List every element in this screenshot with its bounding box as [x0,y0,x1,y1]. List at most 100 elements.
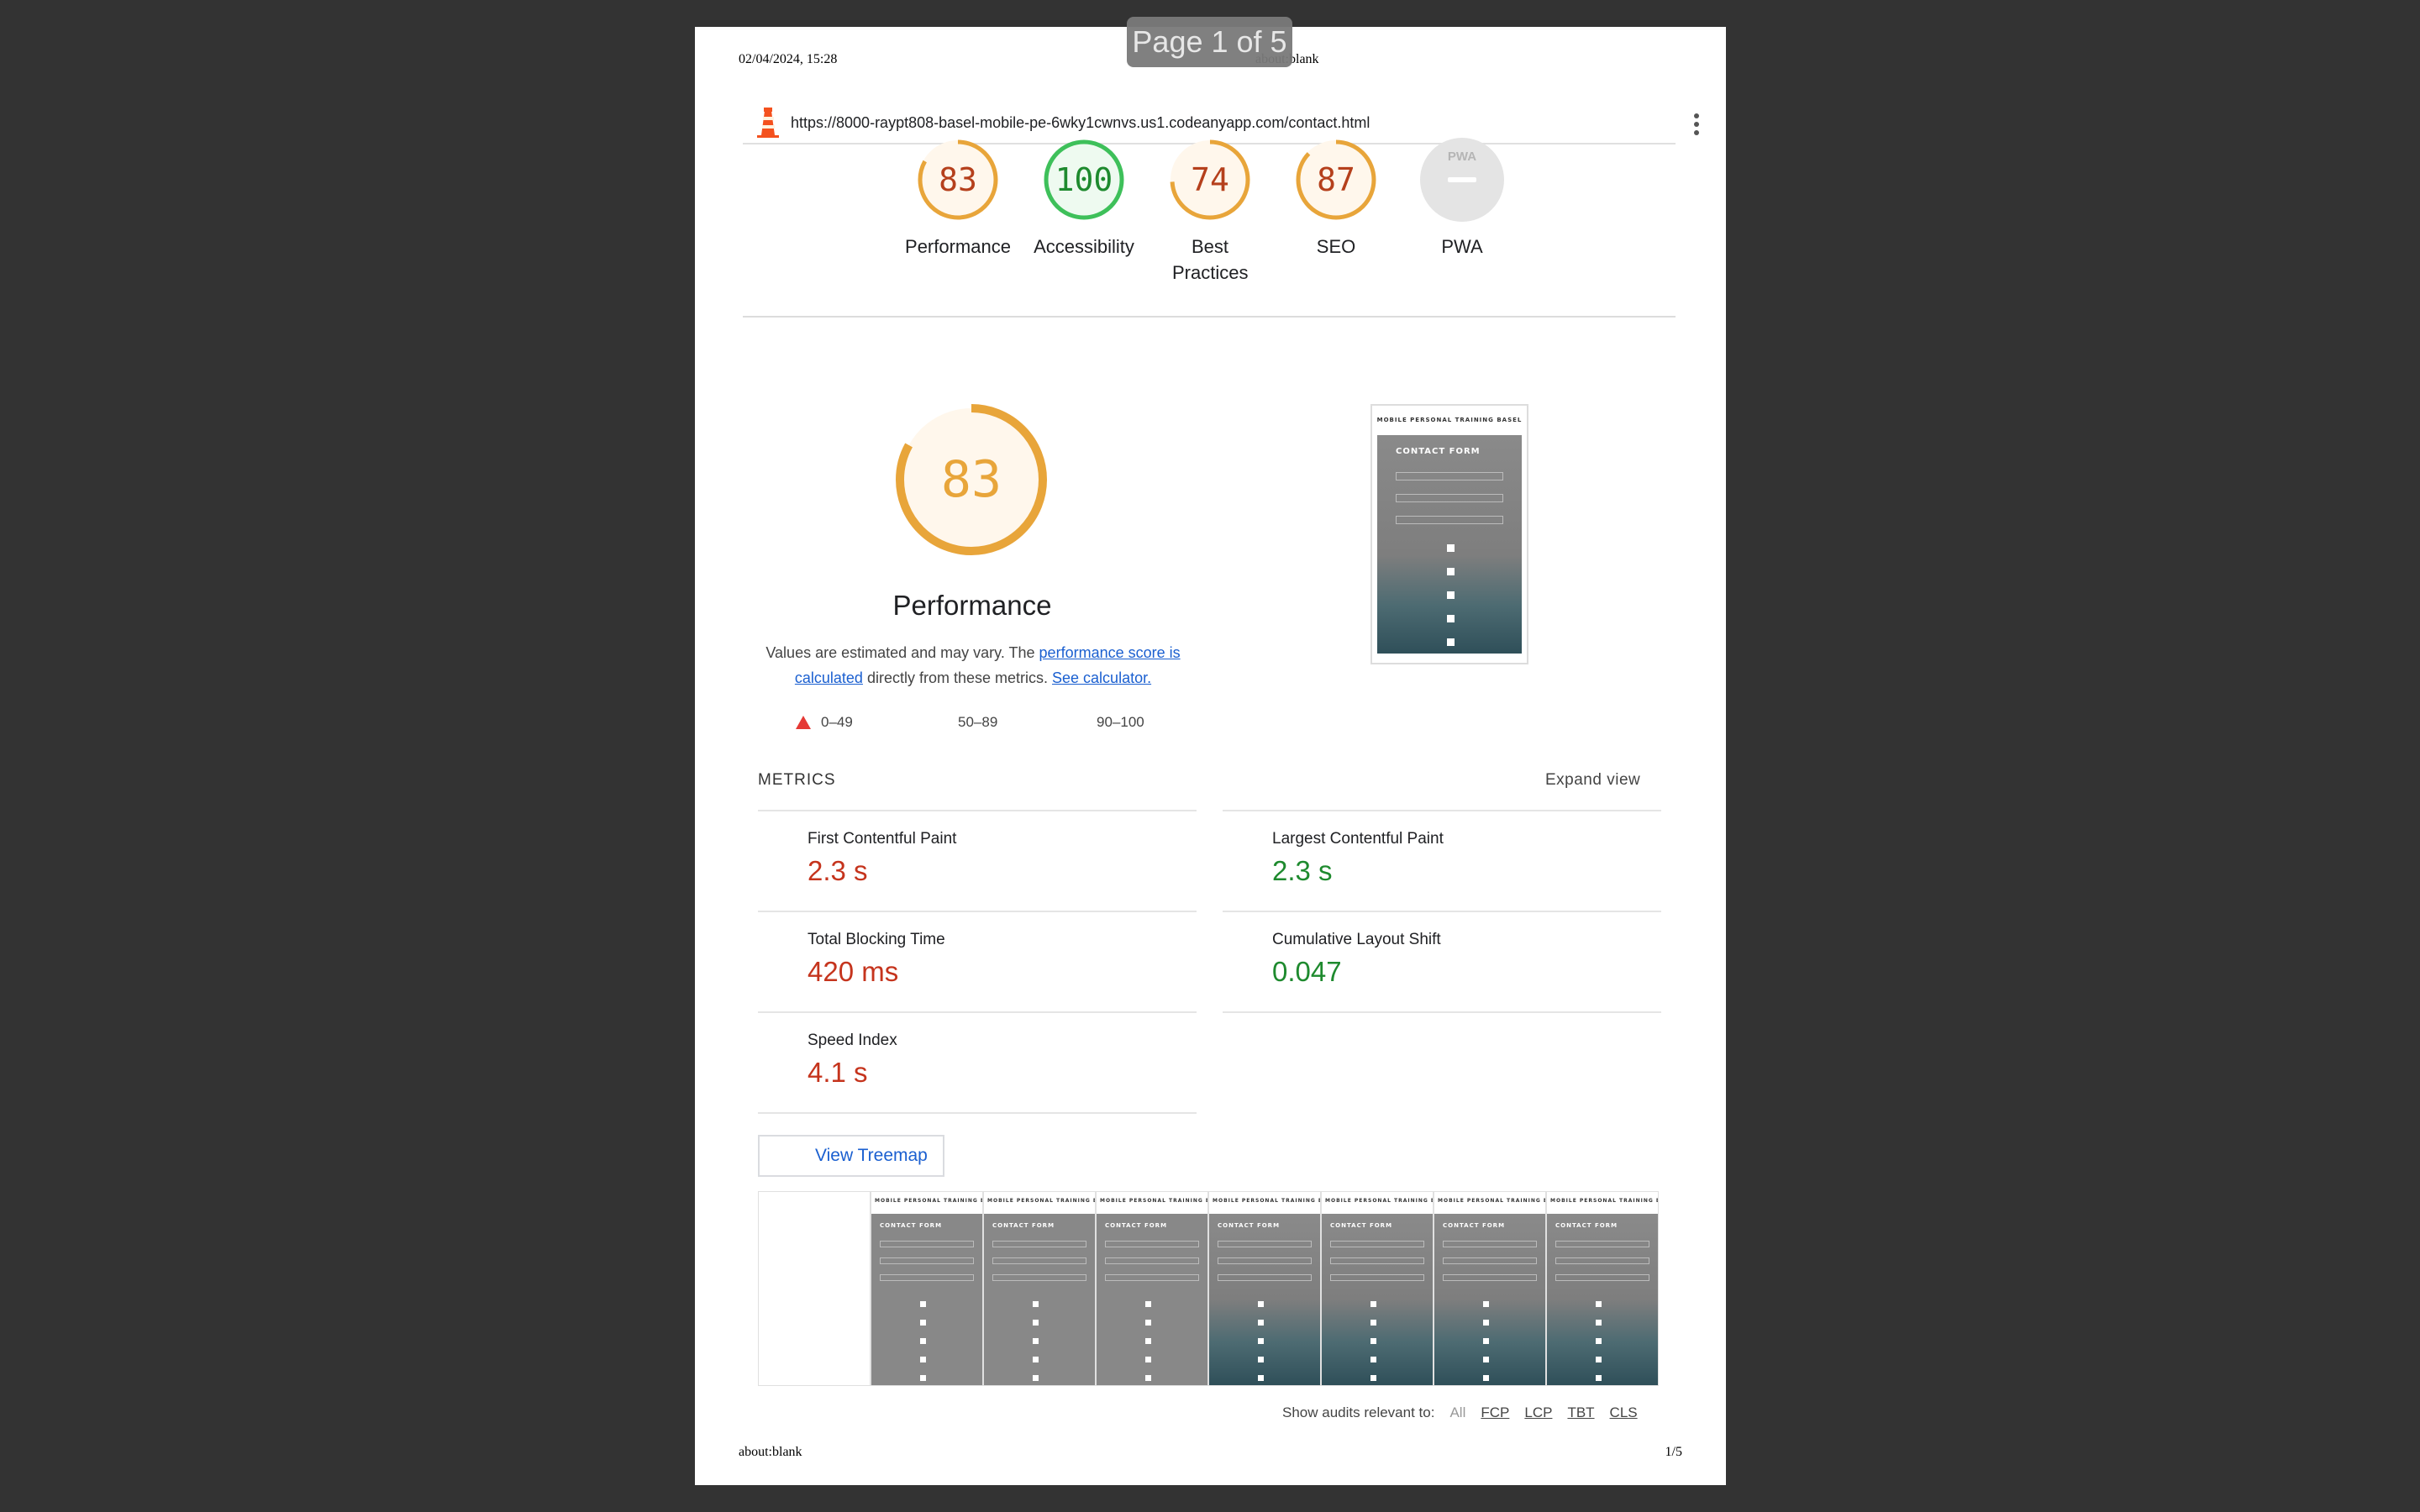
performance-gauge: 83 [892,400,1051,559]
seo-label: SEO [1316,236,1356,257]
frame-form: CONTACT FORM [1434,1214,1545,1385]
print-footer-left: about:blank [739,1445,802,1459]
filter-all[interactable]: All [1449,1404,1465,1421]
frame-site-title: MOBILE PERSONAL TRAINING BASEL [875,1198,982,1204]
metric-label: Largest Contentful Paint [1272,830,1444,848]
metric-label: Speed Index [808,1032,897,1049]
gauge-accessibility[interactable]: 100 Accessibility [1021,138,1147,260]
seo-gauge-ring: 87 [1294,138,1378,222]
frame-site-title: MOBILE PERSONAL TRAINING BASEL [1100,1198,1207,1204]
expand-view-toggle[interactable]: Expand view [1545,771,1640,790]
frame-form-title: CONTACT FORM [1443,1222,1506,1229]
filmstrip-frame [758,1191,871,1386]
metric-label: Cumulative Layout Shift [1272,931,1441,948]
frame-form: CONTACT FORM [1547,1214,1658,1385]
metric-value: 0.047 [1272,956,1342,987]
filter-lcp[interactable]: LCP [1524,1404,1552,1421]
metric-value: 2.3 s [1272,855,1333,886]
performance-label: Performance [905,236,1011,257]
seo-score: 87 [1317,161,1355,198]
gauge-best-practices[interactable]: 74 Best Practices [1147,138,1273,286]
best-practices-score: 74 [1191,161,1229,198]
filter-tbt[interactable]: TBT [1567,1404,1594,1421]
filmstrip-frame: MOBILE PERSONAL TRAINING BASEL CONTACT FO… [983,1191,1096,1386]
print-date: 02/04/2024, 15:28 [739,52,838,66]
see-calculator-link[interactable]: See calculator. [1052,669,1151,686]
accessibility-score: 100 [1055,161,1113,198]
frame-form: CONTACT FORM [871,1214,982,1385]
legend-average: 50–89 [958,714,997,731]
filmstrip: MOBILE PERSONAL TRAINING BASEL CONTACT FO… [758,1191,1661,1386]
more-options-icon[interactable] [1688,111,1705,138]
legend-fail: 0–49 [796,714,853,731]
audit-filter-label: Show audits relevant to: [1282,1404,1435,1420]
divider [758,810,1197,811]
desc-text: directly from these metrics. [862,669,1053,686]
final-screenshot[interactable]: MOBILE PERSONAL TRAINING BASEL CONTACT F… [1370,404,1528,664]
divider [758,1011,1197,1013]
divider [743,316,1676,318]
legend-label: 90–100 [1097,714,1144,730]
frame-form: CONTACT FORM [1097,1214,1207,1385]
metric-si: Speed Index 4.1 s [808,1032,897,1089]
filmstrip-frame: MOBILE PERSONAL TRAINING BASEL CONTACT FO… [1208,1191,1321,1386]
report-url: https://8000-raypt808-basel-mobile-pe-6w… [791,114,1370,131]
print-footer-right: 1/5 [1665,1445,1682,1459]
metric-label: Total Blocking Time [808,931,945,948]
legend-label: 50–89 [958,714,998,730]
gauge-pwa[interactable]: PWA PWA [1399,138,1525,260]
frame-site-title: MOBILE PERSONAL TRAINING BASEL [1438,1198,1545,1204]
report-topbar: https://8000-raypt808-basel-mobile-pe-6w… [743,77,1699,144]
frame-site-title: MOBILE PERSONAL TRAINING BASEL [1550,1198,1658,1204]
accessibility-gauge-ring: 100 [1042,138,1126,222]
best-practices-gauge-ring: 74 [1168,138,1252,222]
lighthouse-icon [757,108,779,138]
frame-form-title: CONTACT FORM [1105,1222,1168,1229]
view-treemap-button[interactable]: View Treemap [758,1135,944,1177]
metric-value: 2.3 s [808,855,868,886]
pwa-gauge-ring: PWA [1420,138,1504,222]
metric-tbt: Total Blocking Time 420 ms [808,931,945,988]
frame-form-title: CONTACT FORM [1330,1222,1393,1229]
screenshot-site-title: MOBILE PERSONAL TRAINING BASEL [1376,417,1523,423]
filmstrip-frame: MOBILE PERSONAL TRAINING BASEL CONTACT FO… [871,1191,983,1386]
metric-lcp: Largest Contentful Paint 2.3 s [1272,830,1444,887]
performance-score: 83 [939,161,977,198]
frame-form: CONTACT FORM [1209,1214,1320,1385]
gauge-performance[interactable]: 83 Performance [895,138,1021,260]
frame-form: CONTACT FORM [1322,1214,1433,1385]
metric-value: 4.1 s [808,1057,868,1088]
frame-form-title: CONTACT FORM [1218,1222,1281,1229]
screenshot-form: CONTACT FORM [1377,435,1522,654]
divider [758,1112,1197,1114]
gauge-seo[interactable]: 87 SEO [1273,138,1399,260]
performance-description: Values are estimated and may vary. The p… [759,640,1187,690]
performance-gauge-ring: 83 [916,138,1000,222]
performance-score: 83 [940,450,1002,509]
frame-form: CONTACT FORM [984,1214,1095,1385]
divider [758,911,1197,912]
audit-filter: Show audits relevant to: All FCP LCP TBT… [1282,1404,1638,1421]
performance-title: Performance [892,590,1052,621]
metric-label: First Contentful Paint [808,830,957,848]
filter-fcp[interactable]: FCP [1481,1404,1509,1421]
page-indicator: Page 1 of 5 [1127,17,1292,67]
fail-triangle-icon [796,716,811,729]
best-practices-label: Best Practices [1172,236,1249,283]
legend-pass: 90–100 [1097,714,1144,731]
filmstrip-frame: MOBILE PERSONAL TRAINING BASEL CONTACT FO… [1434,1191,1546,1386]
frame-site-title: MOBILE PERSONAL TRAINING BASEL [1213,1198,1320,1204]
divider [1223,810,1661,811]
legend-label: 0–49 [821,714,853,730]
metric-cls: Cumulative Layout Shift 0.047 [1272,931,1441,988]
metrics-heading: METRICS [758,771,836,789]
filter-cls[interactable]: CLS [1610,1404,1638,1421]
metric-value: 420 ms [808,956,899,987]
filmstrip-frame: MOBILE PERSONAL TRAINING BASEL CONTACT FO… [1321,1191,1434,1386]
frame-form-title: CONTACT FORM [992,1222,1055,1229]
frame-form-title: CONTACT FORM [1555,1222,1618,1229]
divider [1223,911,1661,912]
print-page: 02/04/2024, 15:28 about:blank https://80… [695,27,1726,1485]
frame-site-title: MOBILE PERSONAL TRAINING BASEL [1325,1198,1433,1204]
desc-text: Values are estimated and may vary. The [765,644,1039,661]
